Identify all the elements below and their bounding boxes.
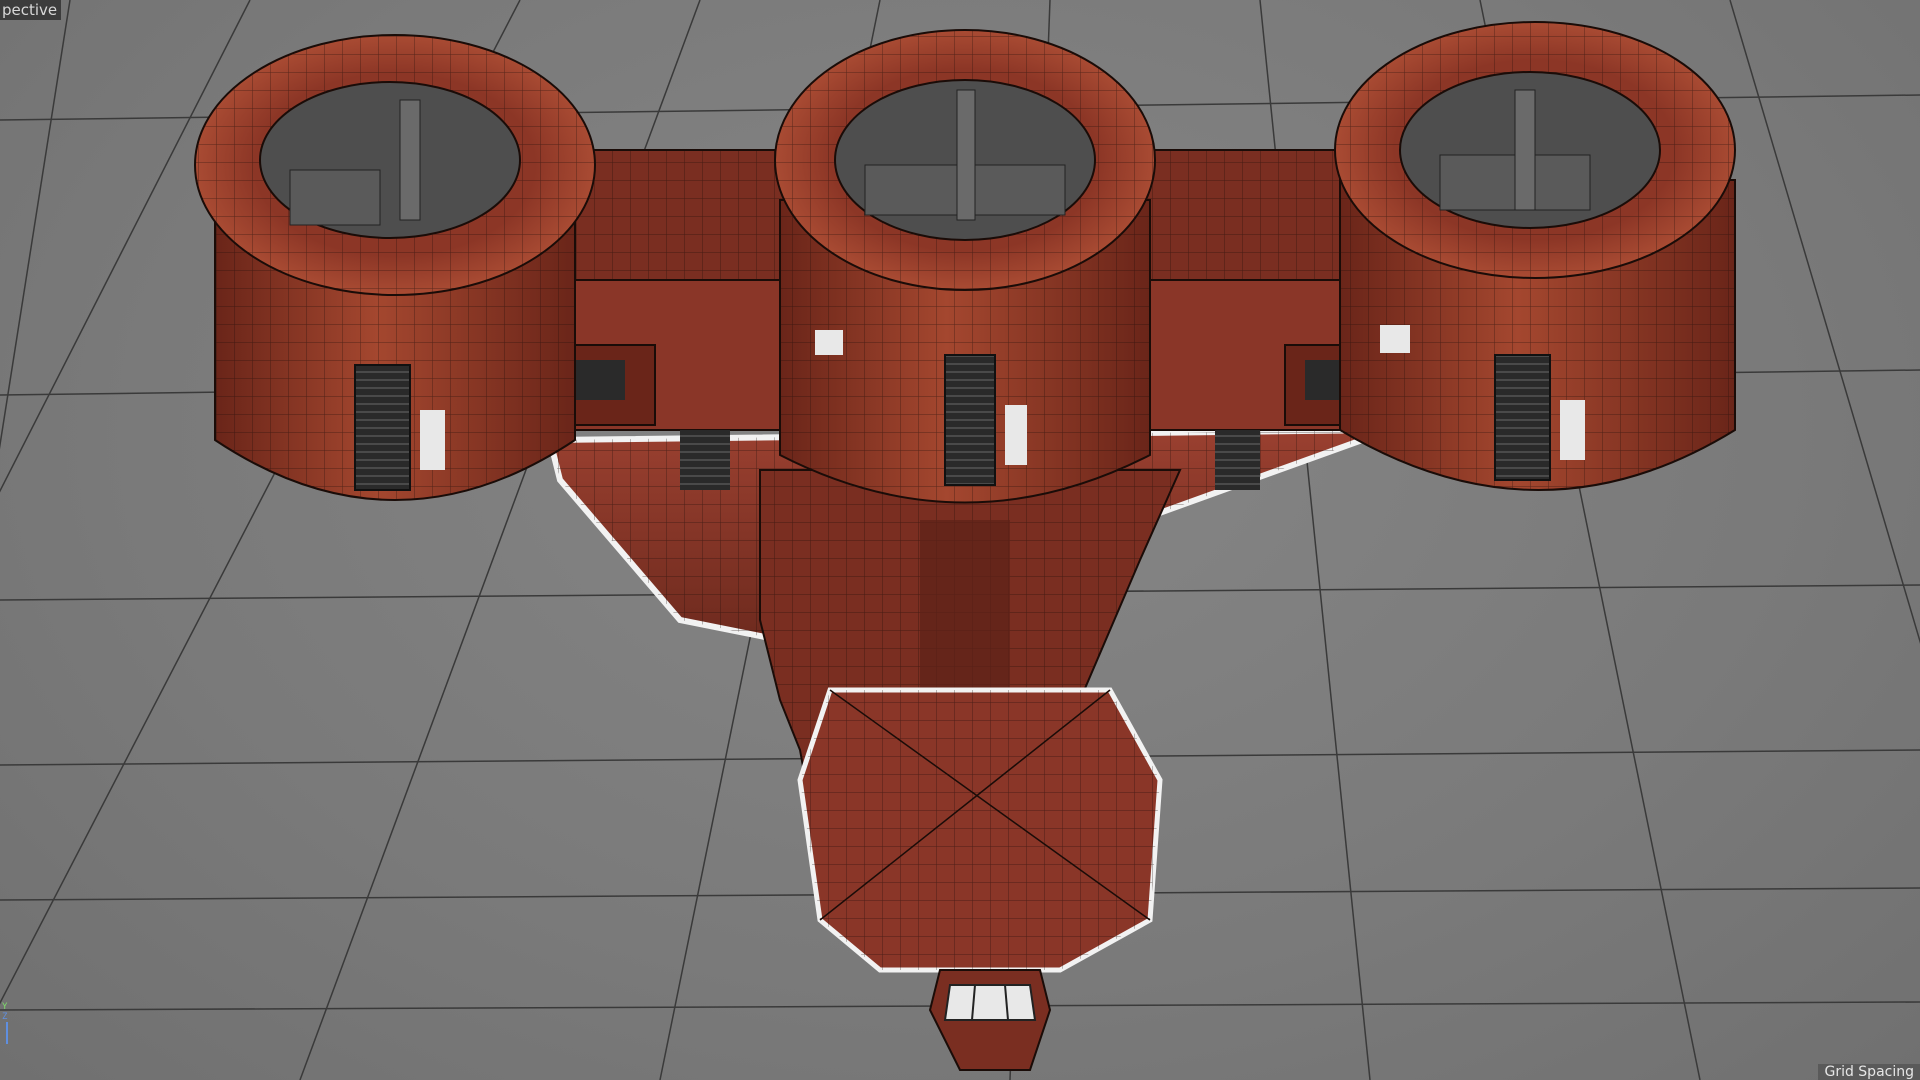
axis-z-label: Z	[2, 1012, 8, 1022]
engine-left[interactable]	[194, 34, 596, 501]
axis-y-label: Y	[2, 1002, 8, 1012]
axis-gizmo-icon: Y Z	[2, 1002, 16, 1044]
engine-center[interactable]	[774, 29, 1156, 504]
spaceship-model-icon[interactable]	[194, 21, 1736, 1071]
3d-viewport[interactable]: pective Y Z Grid Spacing	[0, 0, 1920, 1080]
axis-line	[6, 1022, 8, 1044]
grid-spacing-label: Grid Spacing	[1818, 1064, 1920, 1080]
view-label[interactable]: pective	[0, 0, 62, 20]
viewport-canvas[interactable]	[0, 0, 1920, 1080]
engine-right[interactable]	[1334, 21, 1736, 491]
